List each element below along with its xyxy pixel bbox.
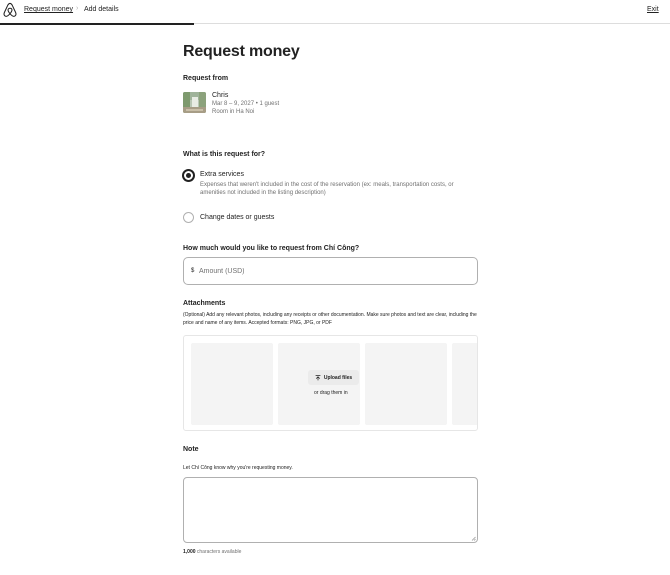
characters-suffix: characters available <box>195 549 242 555</box>
listing-thumbnail <box>183 92 206 113</box>
attachment-slot[interactable] <box>365 343 447 425</box>
currency-symbol: $ <box>191 268 195 274</box>
extra-services-description: Expenses that weren't included in the co… <box>200 182 454 196</box>
amount-heading: How much would you like to request from … <box>183 245 360 252</box>
top-bar: Request money › Add details Exit <box>0 0 670 25</box>
characters-count: 1,000 <box>183 549 196 555</box>
upload-files-button[interactable]: Upload files <box>308 370 359 385</box>
attachments-heading: Attachments <box>183 300 226 307</box>
exit-link[interactable]: Exit <box>647 6 659 13</box>
upload-files-label: Upload files <box>323 374 353 381</box>
progress-bar <box>0 23 195 25</box>
breadcrumb-separator: › <box>76 5 79 12</box>
guest-name: Chris <box>212 92 229 99</box>
change-dates-radio[interactable] <box>183 212 194 223</box>
note-heading: Note <box>183 446 199 453</box>
reason-heading: What is this request for? <box>183 151 266 158</box>
reservation-dates: Mar 8 – 9, 2027 • 1 guest <box>212 101 280 107</box>
attachment-slot[interactable] <box>191 343 273 425</box>
drag-files-hint: or drag them in <box>314 390 348 396</box>
breadcrumb-request-money[interactable]: Request money <box>24 6 73 13</box>
upload-arrow-icon <box>315 374 321 380</box>
request-from-heading: Request from <box>183 75 229 82</box>
breadcrumb-add-details: Add details <box>84 6 119 13</box>
characters-available: 1,000 characters available <box>183 549 241 555</box>
airbnb-logo-icon[interactable] <box>3 2 17 18</box>
resize-grip-icon[interactable] <box>471 536 476 541</box>
extra-services-radio[interactable] <box>183 170 194 181</box>
page-title: Request money <box>183 43 300 60</box>
attachment-slot[interactable] <box>452 343 477 425</box>
extra-services-label[interactable]: Extra services <box>200 171 244 178</box>
change-dates-label[interactable]: Change dates or guests <box>200 214 274 221</box>
listing-name: Room in Ha Noi <box>212 109 255 115</box>
note-textarea[interactable] <box>183 477 478 543</box>
amount-input[interactable] <box>199 265 469 277</box>
note-instruction: Let Chí Công know why you're requesting … <box>183 465 293 471</box>
attachments-description: (Optional) Add any relevant photos, incl… <box>183 312 477 326</box>
